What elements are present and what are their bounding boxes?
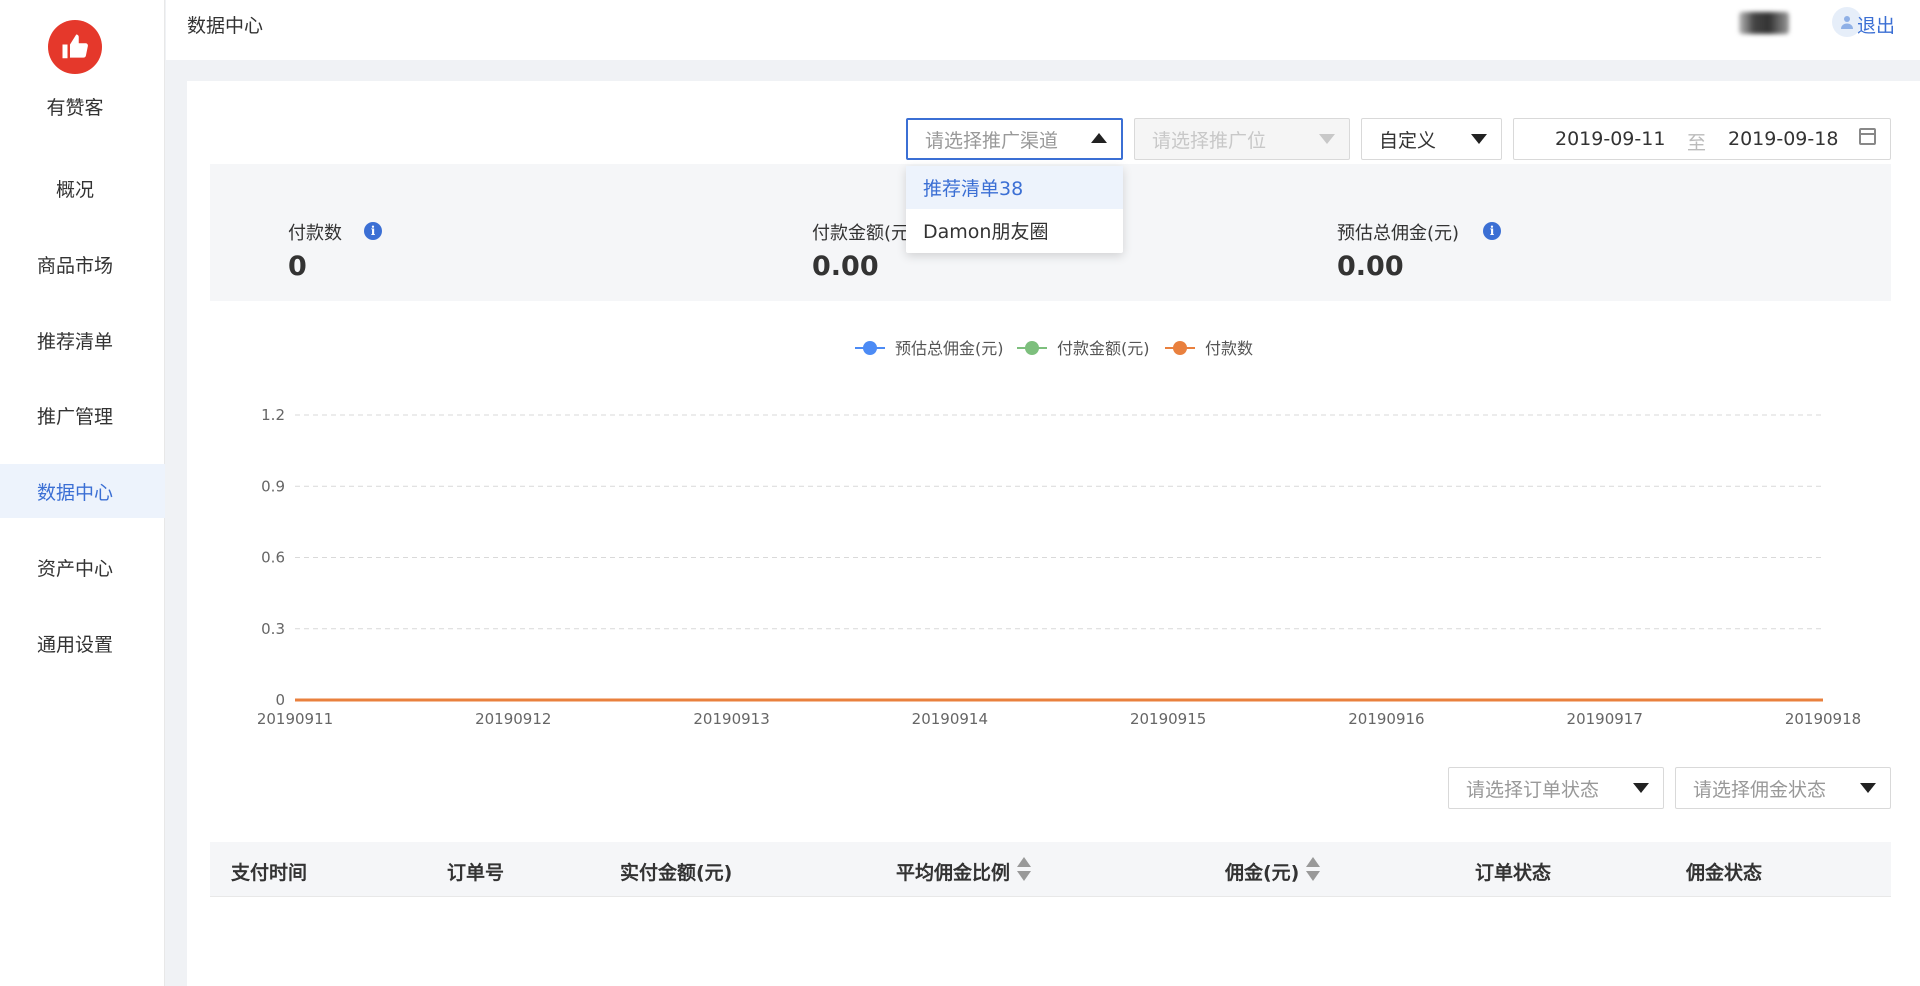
date-separator: 至 — [1687, 132, 1707, 154]
username-redacted — [1739, 12, 1789, 34]
commission-status-placeholder: 请选择佣金状态 — [1693, 778, 1827, 801]
column-header-pay-time: 支付时间 — [231, 862, 308, 884]
date-end-input[interactable]: 2019-09-18 — [1728, 128, 1838, 150]
x-tick-label: 20190915 — [1130, 710, 1206, 728]
caret-down-icon — [1860, 783, 1876, 793]
orders-table-header: 支付时间 订单号 实付金额(元) 平均佣金比例 佣金(元) 订单状态 佣金状态 — [210, 842, 1891, 897]
x-tick-label: 20190913 — [693, 710, 769, 728]
x-tick-label: 20190916 — [1348, 710, 1424, 728]
stat-value-estimated-commission: 0.00 — [1337, 251, 1404, 282]
sidebar-item-recommend-list[interactable]: 推荐清单 — [0, 313, 165, 367]
caret-down-icon — [1319, 134, 1335, 144]
stat-value-payment-amount: 0.00 — [812, 251, 879, 282]
info-icon[interactable]: i — [1483, 222, 1501, 240]
position-select[interactable]: 请选择推广位 — [1134, 118, 1350, 160]
column-header-order-status: 订单状态 — [1475, 862, 1552, 884]
sidebar: 有赞客 概况 商品市场 推荐清单 推广管理 数据中心 资产中心 通用设置 — [0, 0, 165, 986]
thumbs-up-logo-icon[interactable] — [48, 20, 102, 74]
sort-icon[interactable] — [1017, 857, 1031, 883]
caret-down-icon — [1633, 783, 1649, 793]
top-header: 数据中心 退出 — [166, 0, 1920, 60]
caret-down-icon — [1471, 134, 1487, 144]
column-header-commission[interactable]: 佣金(元) — [1225, 858, 1299, 885]
column-header-commission-status: 佣金状态 — [1686, 862, 1763, 884]
range-type-value: 自定义 — [1379, 129, 1437, 152]
legend-label: 预估总佣金(元) — [895, 339, 1004, 358]
info-icon[interactable]: i — [364, 222, 382, 240]
y-tick-label: 1.2 — [261, 406, 285, 424]
order-status-placeholder: 请选择订单状态 — [1466, 778, 1600, 801]
position-select-placeholder: 请选择推广位 — [1152, 129, 1267, 152]
sidebar-item-overview[interactable]: 概况 — [0, 161, 165, 215]
y-tick-label: 0.6 — [261, 549, 285, 567]
column-header-avg-commission-rate[interactable]: 平均佣金比例 — [896, 858, 1010, 885]
x-tick-label: 20190911 — [257, 710, 333, 728]
legend-label: 付款数 — [1205, 339, 1253, 358]
date-start-input[interactable]: 2019-09-11 — [1555, 128, 1665, 150]
sidebar-item-asset-center[interactable]: 资产中心 — [0, 540, 165, 594]
sort-icon[interactable] — [1306, 857, 1320, 883]
page-title: 数据中心 — [187, 15, 264, 37]
x-tick-label: 20190917 — [1567, 710, 1643, 728]
x-tick-label: 20190912 — [475, 710, 551, 728]
range-type-select[interactable]: 自定义 — [1361, 118, 1502, 160]
stat-label-estimated-commission: 预估总佣金(元) — [1337, 223, 1460, 244]
x-tick-label: 20190918 — [1785, 710, 1861, 728]
legend-marker — [863, 341, 877, 355]
channel-select-placeholder: 请选择推广渠道 — [925, 129, 1059, 152]
legend-marker — [1173, 341, 1187, 355]
y-tick-label: 0 — [275, 691, 285, 709]
sidebar-item-data-center[interactable]: 数据中心 — [0, 464, 165, 518]
order-status-select[interactable]: 请选择订单状态 — [1448, 767, 1664, 809]
x-tick-label: 20190914 — [912, 710, 988, 728]
channel-option-2[interactable]: Damon朋友圈 — [906, 209, 1123, 252]
caret-up-icon — [1091, 133, 1107, 143]
column-header-paid-amount: 实付金额(元) — [620, 862, 733, 884]
logout-link[interactable]: 退出 — [1857, 11, 1895, 38]
stat-label-payment-amount: 付款金额(元) — [812, 223, 917, 244]
channel-dropdown-menu: 推荐清单38 Damon朋友圈 — [906, 166, 1123, 253]
calendar-icon[interactable] — [1859, 128, 1876, 145]
column-header-order-no: 订单号 — [447, 862, 505, 884]
y-tick-label: 0.9 — [261, 477, 285, 495]
legend-marker — [1025, 341, 1039, 355]
commission-status-select[interactable]: 请选择佣金状态 — [1675, 767, 1891, 809]
brand-name: 有赞客 — [46, 97, 104, 119]
channel-option-1[interactable]: 推荐清单38 — [906, 166, 1123, 209]
y-tick-label: 0.3 — [261, 620, 285, 638]
stat-value-payment-count: 0 — [288, 251, 307, 282]
trend-line-chart: 0 0.3 0.6 0.9 1.2 20190911 20190912 20190913 201… — [257, 339, 1861, 728]
legend-label: 付款金额(元) — [1057, 339, 1150, 358]
stat-label-payment-count: 付款数 — [288, 223, 342, 244]
sidebar-item-product-market[interactable]: 商品市场 — [0, 237, 165, 291]
sidebar-item-general-settings[interactable]: 通用设置 — [0, 616, 165, 670]
channel-select[interactable]: 请选择推广渠道 — [906, 118, 1123, 160]
sidebar-item-promotion-management[interactable]: 推广管理 — [0, 388, 165, 442]
date-range-picker[interactable]: 2019-09-11 至 2019-09-18 — [1513, 118, 1891, 160]
